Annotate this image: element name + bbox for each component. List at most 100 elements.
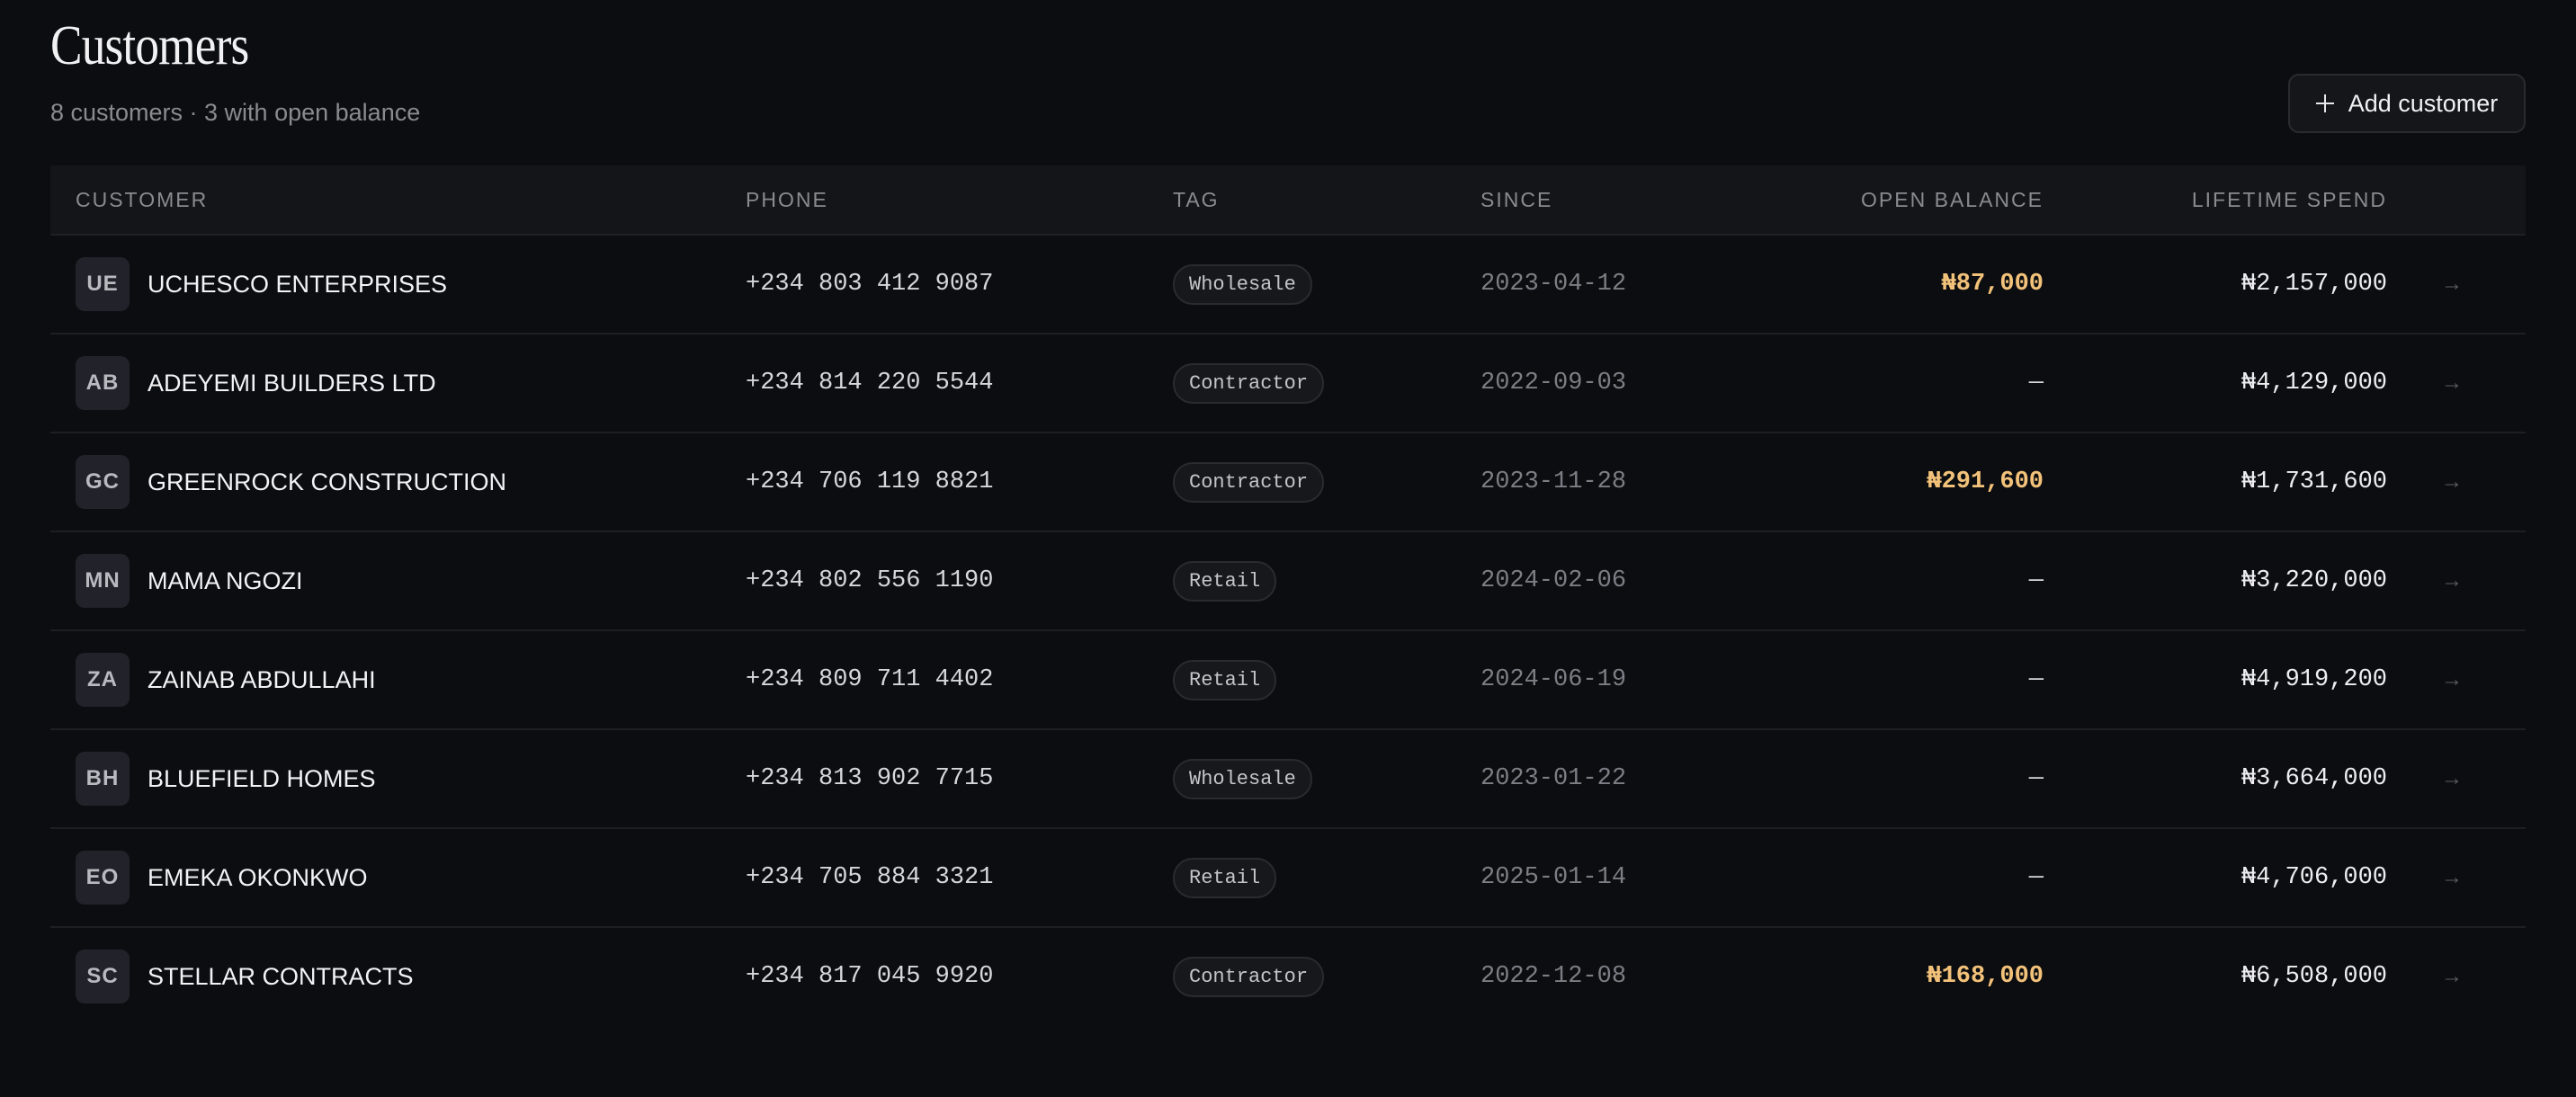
lifetime-spend-cell: ₦4,706,000 [2241, 829, 2387, 926]
table-body: UE UCHESCO ENTERPRISES +234 803 412 9087… [50, 236, 2526, 1025]
open-balance-cell: — [2029, 730, 2044, 827]
tag-badge: Retail [1173, 857, 1277, 898]
open-balance-cell: — [2029, 334, 2044, 432]
avatar: SC [76, 950, 130, 1003]
open-balance-value: — [2028, 864, 2044, 891]
column-header-since[interactable]: SINCE [1480, 165, 1552, 234]
table-header: CUSTOMER PHONE TAG SINCE OPEN BALANCE LI… [50, 165, 2526, 236]
column-header-phone[interactable]: PHONE [746, 165, 828, 234]
arrow-right-icon[interactable]: → [2441, 766, 2463, 791]
tag-badge: Contractor [1173, 461, 1325, 503]
table-row[interactable]: MN MAMA NGOZI +234 802 556 1190 Retail 2… [50, 532, 2526, 631]
open-balance-value: — [2028, 567, 2044, 594]
table-row[interactable]: GC GREENROCK CONSTRUCTION +234 706 119 8… [50, 433, 2526, 532]
phone-number: +234 817 045 9920 [746, 963, 994, 990]
row-action[interactable]: → [2441, 829, 2463, 926]
customer-cell: UE UCHESCO ENTERPRISES [76, 236, 447, 333]
since-date: 2023-11-28 [1480, 468, 1627, 495]
since-date: 2024-06-19 [1480, 666, 1627, 693]
arrow-right-icon[interactable]: → [2441, 370, 2463, 396]
customers-table: CUSTOMER PHONE TAG SINCE OPEN BALANCE LI… [50, 165, 2526, 1025]
phone-number: +234 803 412 9087 [746, 271, 994, 298]
customer-name[interactable]: UCHESCO ENTERPRISES [148, 271, 447, 299]
lifetime-spend-value: ₦3,664,000 [2241, 765, 2387, 792]
column-header-lifetime-spend[interactable]: LIFETIME SPEND [2192, 165, 2387, 234]
open-balance-value: ₦291,600 [1927, 468, 2044, 495]
lifetime-spend-cell: ₦3,220,000 [2241, 532, 2387, 629]
lifetime-spend-cell: ₦2,157,000 [2241, 236, 2387, 333]
customer-name[interactable]: ZAINAB ABDULLAHI [148, 666, 376, 694]
row-action[interactable]: → [2441, 928, 2463, 1025]
lifetime-spend-cell: ₦6,508,000 [2241, 928, 2387, 1025]
table-row[interactable]: UE UCHESCO ENTERPRISES +234 803 412 9087… [50, 236, 2526, 334]
open-balance-value: — [2028, 370, 2044, 397]
row-action[interactable]: → [2441, 236, 2463, 333]
add-customer-button[interactable]: Add customer [2288, 74, 2526, 133]
row-action[interactable]: → [2441, 532, 2463, 629]
lifetime-spend-value: ₦1,731,600 [2241, 468, 2387, 495]
tag-cell: Retail [1173, 532, 1277, 629]
open-balance-cell: ₦87,000 [1942, 236, 2044, 333]
row-action[interactable]: → [2441, 730, 2463, 827]
since-date: 2022-12-08 [1480, 963, 1627, 990]
since-date: 2022-09-03 [1480, 370, 1627, 397]
since-date: 2023-04-12 [1480, 271, 1627, 298]
customer-name[interactable]: BLUEFIELD HOMES [148, 765, 376, 793]
page-header: Customers 8 customers · 3 with open bala… [50, 0, 2526, 165]
customer-cell: SC STELLAR CONTRACTS [76, 928, 414, 1025]
customer-cell: MN MAMA NGOZI [76, 532, 303, 629]
since-date: 2023-01-22 [1480, 765, 1627, 792]
table-row[interactable]: BH BLUEFIELD HOMES +234 813 902 7715 Who… [50, 730, 2526, 829]
lifetime-spend-cell: ₦3,664,000 [2241, 730, 2387, 827]
tag-badge: Wholesale [1173, 263, 1312, 305]
avatar: ZA [76, 653, 130, 707]
phone-number: +234 814 220 5544 [746, 370, 994, 397]
tag-cell: Wholesale [1173, 236, 1312, 333]
customer-name[interactable]: STELLAR CONTRACTS [148, 963, 414, 991]
customer-cell: ZA ZAINAB ABDULLAHI [76, 631, 376, 728]
table-row[interactable]: EO EMEKA OKONKWO +234 705 884 3321 Retai… [50, 829, 2526, 928]
customer-name[interactable]: MAMA NGOZI [148, 567, 303, 595]
row-action[interactable]: → [2441, 631, 2463, 728]
column-header-tag[interactable]: TAG [1173, 165, 1220, 234]
table-row[interactable]: ZA ZAINAB ABDULLAHI +234 809 711 4402 Re… [50, 631, 2526, 730]
table-row[interactable]: SC STELLAR CONTRACTS +234 817 045 9920 C… [50, 928, 2526, 1025]
tag-cell: Contractor [1173, 928, 1325, 1025]
lifetime-spend-cell: ₦4,919,200 [2241, 631, 2387, 728]
avatar: BH [76, 752, 130, 806]
arrow-right-icon[interactable]: → [2441, 667, 2463, 692]
table-row[interactable]: AB ADEYEMI BUILDERS LTD +234 814 220 554… [50, 334, 2526, 433]
arrow-right-icon[interactable]: → [2441, 568, 2463, 593]
row-action[interactable]: → [2441, 334, 2463, 432]
phone-number: +234 809 711 4402 [746, 666, 994, 693]
customer-cell: AB ADEYEMI BUILDERS LTD [76, 334, 436, 432]
tag-cell: Wholesale [1173, 730, 1312, 827]
add-customer-label: Add customer [2348, 89, 2499, 117]
tag-badge: Retail [1173, 560, 1277, 602]
tag-cell: Retail [1173, 829, 1277, 926]
lifetime-spend-value: ₦4,706,000 [2241, 864, 2387, 891]
tag-cell: Retail [1173, 631, 1277, 728]
customer-cell: EO EMEKA OKONKWO [76, 829, 368, 926]
arrow-right-icon[interactable]: → [2441, 964, 2463, 989]
arrow-right-icon[interactable]: → [2441, 865, 2463, 890]
lifetime-spend-value: ₦2,157,000 [2241, 271, 2387, 298]
lifetime-spend-cell: ₦4,129,000 [2241, 334, 2387, 432]
open-balance-cell: — [2029, 829, 2044, 926]
column-header-open-balance[interactable]: OPEN BALANCE [1861, 165, 2044, 234]
open-balance-value: — [2028, 765, 2044, 792]
lifetime-spend-value: ₦4,129,000 [2241, 370, 2387, 397]
open-balance-cell: ₦168,000 [1927, 928, 2044, 1025]
page-title: Customers [50, 15, 249, 76]
customer-cell: BH BLUEFIELD HOMES [76, 730, 376, 827]
arrow-right-icon[interactable]: → [2441, 469, 2463, 495]
column-header-customer[interactable]: CUSTOMER [76, 165, 208, 234]
arrow-right-icon[interactable]: → [2441, 272, 2463, 297]
row-action[interactable]: → [2441, 433, 2463, 531]
customer-cell: GC GREENROCK CONSTRUCTION [76, 433, 506, 531]
customer-name[interactable]: GREENROCK CONSTRUCTION [148, 468, 506, 496]
customer-name[interactable]: ADEYEMI BUILDERS LTD [148, 370, 436, 397]
customer-name[interactable]: EMEKA OKONKWO [148, 864, 368, 892]
lifetime-spend-value: ₦6,508,000 [2241, 963, 2387, 990]
tag-cell: Contractor [1173, 334, 1325, 432]
